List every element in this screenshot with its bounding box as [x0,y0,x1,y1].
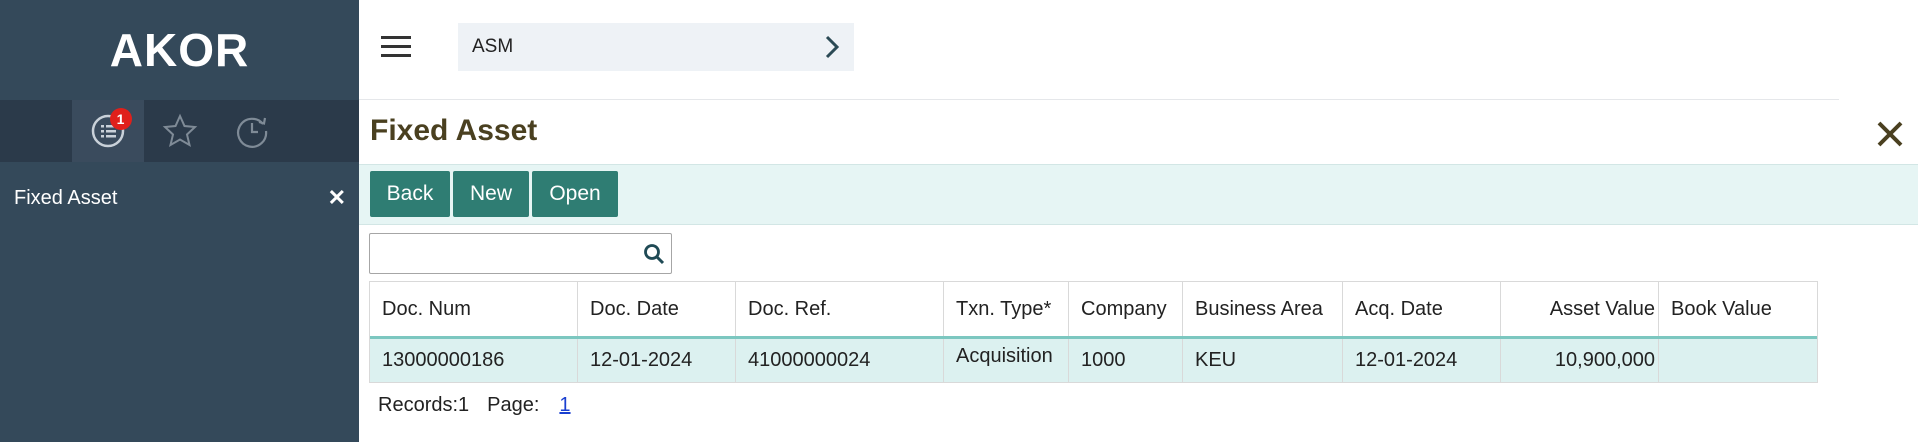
action-toolbar: Back New Open [359,164,1918,225]
column-header[interactable]: Business Area [1183,282,1343,336]
table-cell: Acquisition [944,339,1069,382]
search-input[interactable] [370,234,630,273]
back-button[interactable]: Back [370,171,450,217]
pagination: Records:1 Page: 1 [378,394,571,417]
table-cell: 13000000186 [370,339,578,382]
top-bar: ASM [359,0,1839,100]
breadcrumb-label: ASM [472,36,514,57]
open-button[interactable]: Open [532,171,618,217]
column-header[interactable]: Doc. Ref. [736,282,944,336]
column-header[interactable]: Doc. Date [578,282,736,336]
star-icon [162,113,197,148]
page-label: Page: [487,394,540,416]
history-icon [236,117,267,148]
column-header[interactable]: Asset Value [1501,282,1659,336]
notification-badge: 1 [109,108,132,130]
close-icon[interactable] [1874,118,1906,150]
fixed-asset-table: Doc. Num Doc. Date Doc. Ref. Txn. Type* … [369,281,1818,383]
app-logo: AKOR [109,24,250,76]
column-header[interactable]: Book Value [1659,282,1817,336]
sidebar: AKOR 1 Fixed Asset ✕ [0,0,359,442]
table-cell: 12-01-2024 [578,339,736,382]
table-header: Doc. Num Doc. Date Doc. Ref. Txn. Type* … [370,282,1817,339]
table-cell: KEU [1183,339,1343,382]
sidebar-tab-favorites[interactable] [144,100,216,162]
close-icon[interactable]: ✕ [328,185,346,211]
page-link[interactable]: 1 [559,394,570,417]
table-cell: 10,900,000 [1501,339,1659,382]
chevron-right-icon [825,35,840,59]
records-count: Records:1 [378,394,470,416]
search-icon[interactable] [643,243,665,265]
column-header[interactable]: Company [1069,282,1183,336]
column-header[interactable]: Doc. Num [370,282,578,336]
sidebar-tab-history[interactable] [216,100,288,162]
sidebar-item-label: Fixed Asset [14,186,118,209]
page-title: Fixed Asset [370,114,538,147]
table-row[interactable]: 13000000186 12-01-2024 41000000024 Acqui… [370,339,1817,382]
new-button[interactable]: New [453,171,529,217]
breadcrumb[interactable]: ASM [458,23,854,71]
table-cell [1659,339,1817,382]
search-box [369,233,672,274]
column-header[interactable]: Txn. Type* [944,282,1069,336]
table-cell: 1000 [1069,339,1183,382]
table-cell: 12-01-2024 [1343,339,1501,382]
sidebar-tabs: 1 [0,100,359,162]
sidebar-item-fixed-asset[interactable]: Fixed Asset ✕ [14,180,346,216]
table-cell: 41000000024 [736,339,944,382]
hamburger-menu-icon[interactable] [381,36,411,60]
sidebar-tab-list[interactable]: 1 [71,100,144,162]
top-bar-right [1839,0,1918,100]
column-header[interactable]: Acq. Date [1343,282,1501,336]
